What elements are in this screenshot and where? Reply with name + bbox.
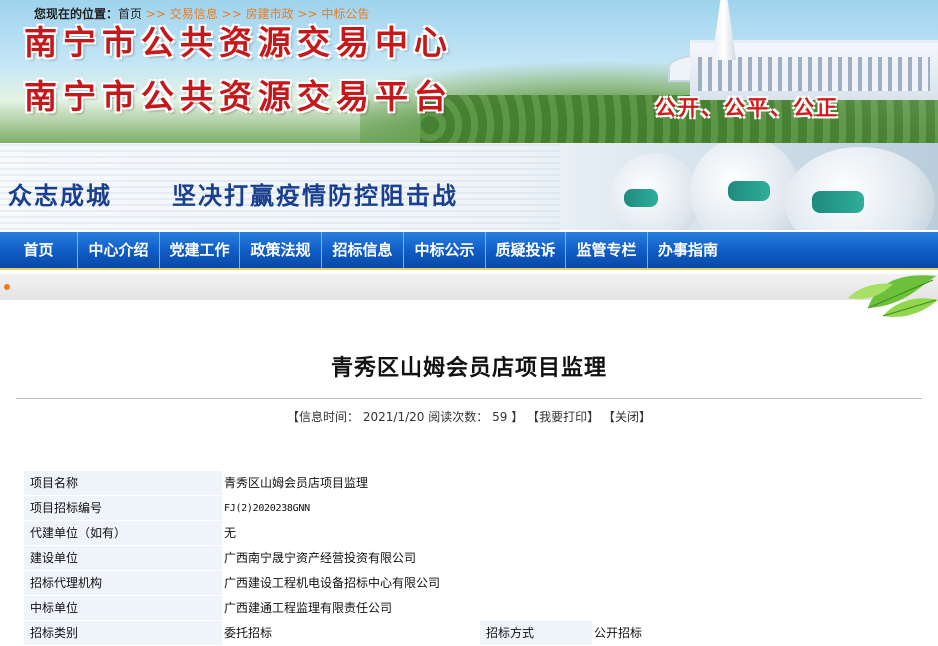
row-value: 广西建通工程监理有限责任公司 [224,601,393,615]
row-value: 委托招标 [224,626,273,640]
main-nav: 首页 中心介绍 党建工作 政策法规 招标信息 中标公示 质疑投诉 监管专栏 办事… [0,232,938,270]
row-label: 代建单位（如有） [24,521,222,545]
breadcrumb-award-notice[interactable]: 中标公告 [321,7,369,21]
nav-item-award-notice[interactable]: 中标公示 [404,232,486,268]
nav-item-home[interactable]: 首页 [0,232,78,268]
breadcrumb-trade-info[interactable]: 交易信息 [170,7,218,21]
breadcrumb-home[interactable]: 首页 [118,7,142,21]
info-bracket-open: 【 [287,410,300,424]
table-row: 招标类别 委托招标 招标方式 公开招标 [24,621,922,646]
nav-item-party[interactable]: 党建工作 [160,232,240,268]
breadcrumb-bar [0,274,938,300]
row-label: 项目名称 [24,471,222,495]
row-label: 招标方式 [480,621,592,645]
project-detail-table: 项目名称 青秀区山姆会员店项目监理 项目招标编号 FJ(2)2020238GNN… [24,471,922,646]
row-value: 公开招标 [594,626,643,640]
row-value: 无 [224,526,237,540]
banner-title-platform: 南宁市公共资源交易平台 [24,77,453,116]
table-row: 建设单位 广西南宁晟宁资产经营投资有限公司 [24,546,922,571]
breadcrumb: 您现在的位置：首页 >> 交易信息 >> 房建市政 >> 中标公告 [34,5,369,22]
banner-title-center: 南宁市公共资源交易中心 [24,23,453,62]
breadcrumb-sep: >> [221,7,242,21]
row-label: 招标类别 [24,621,222,645]
row-label: 建设单位 [24,546,222,570]
row-value: 广西建设工程机电设备招标中心有限公司 [224,576,441,590]
nav-item-guide[interactable]: 办事指南 [648,232,728,268]
medical-worker-image [785,147,935,230]
table-row: 项目招标编号 FJ(2)2020238GNN [24,496,922,521]
table-row: 代建单位（如有） 无 [24,521,922,546]
print-bracket-close: 】 [587,410,600,424]
face-mask-image [812,191,864,213]
row-value: 广西南宁晟宁资产经营投资有限公司 [224,551,417,565]
epidemic-banner [0,143,938,230]
nav-item-supervision[interactable]: 监管专栏 [566,232,648,268]
info-time-value: 2021/1/20 [362,410,425,424]
table-row: 招标代理机构 广西建设工程机电设备招标中心有限公司 [24,571,922,596]
band-slogan-b: 坚决打赢疫情防控阻击战 [172,181,458,210]
table-row: 项目名称 青秀区山姆会员店项目监理 [24,471,922,496]
print-link[interactable]: 我要打印 [539,410,587,424]
info-bracket-close: 】 [511,410,524,424]
band-slogan-a: 众志成城 [8,181,112,210]
print-bracket-open: 【 [527,410,540,424]
row-label: 招标代理机构 [24,571,222,595]
leaves-icon [848,275,938,317]
article-info: 【信息时间： 2021/1/20 阅读次数： 59 】 【我要打印】 【关闭】 [0,408,938,425]
bullet-icon [4,284,10,290]
row-label: 项目招标编号 [24,496,222,520]
info-time-label: 信息时间： [299,410,360,424]
nav-item-complaints[interactable]: 质疑投诉 [486,232,566,268]
info-views-value: 59 [492,410,508,424]
row-label: 中标单位 [24,596,222,620]
breadcrumb-lead: 您现在的位置： [34,7,119,21]
article-title: 青秀区山姆会员店项目监理 [330,356,607,381]
banner-tower [712,0,736,60]
breadcrumb-sep: >> [297,7,318,21]
breadcrumb-construction[interactable]: 房建市政 [246,7,294,21]
nav-item-about[interactable]: 中心介绍 [78,232,160,268]
row-value: FJ(2)2020238GNN [224,503,310,514]
divider [16,398,922,399]
close-link[interactable]: 关闭 [615,410,639,424]
close-bracket-close: 】 [638,410,651,424]
breadcrumb-sep: >> [145,7,166,21]
banner-slogan: 公开、公平、公正 [655,95,839,120]
face-mask-image [624,189,658,207]
face-mask-image [728,181,770,201]
info-views-label: 阅读次数： [428,410,489,424]
table-row: 中标单位 广西建通工程监理有限责任公司 [24,596,922,621]
row-value: 青秀区山姆会员店项目监理 [224,476,369,490]
nav-item-tender-info[interactable]: 招标信息 [322,232,404,268]
nav-item-policy[interactable]: 政策法规 [240,232,322,268]
close-bracket-open: 【 [602,410,615,424]
